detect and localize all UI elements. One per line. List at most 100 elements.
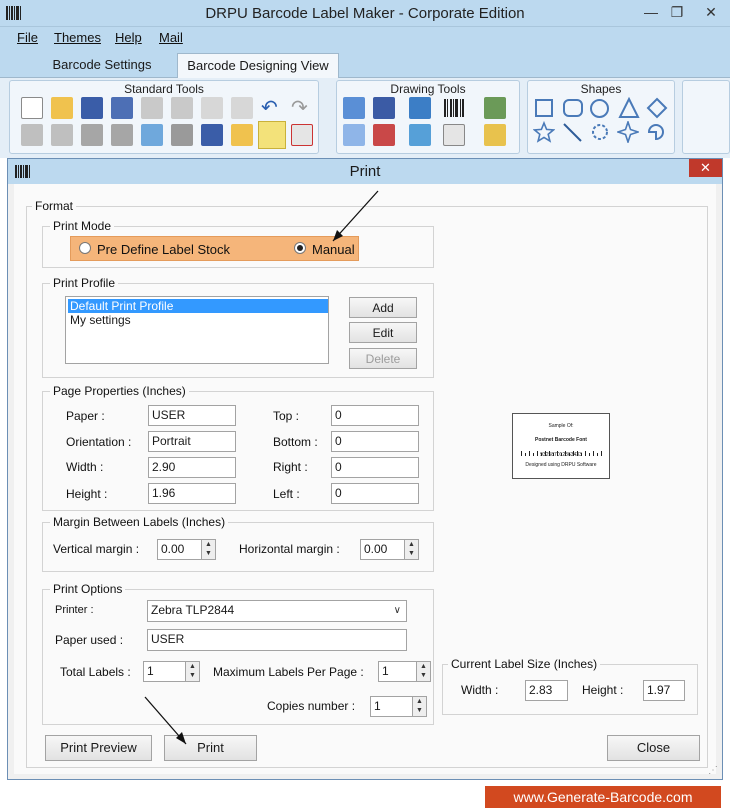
database-icon[interactable] — [171, 124, 193, 146]
manual-radio[interactable] — [294, 242, 306, 254]
print-mode-legend: Print Mode — [50, 219, 115, 233]
paste-icon[interactable] — [141, 97, 163, 119]
profile-item-default[interactable]: Default Print Profile — [68, 299, 328, 313]
close-app-button[interactable]: ✕ — [698, 2, 724, 22]
top-input[interactable]: 0 — [331, 405, 419, 426]
new-icon[interactable] — [21, 97, 43, 119]
delete-icon[interactable] — [231, 97, 253, 119]
copy-icon[interactable] — [171, 97, 193, 119]
menu-bar — [0, 27, 730, 50]
sample-line-2: Postnet Barcode Font — [535, 437, 587, 443]
close-button[interactable]: Close — [607, 735, 700, 761]
pen-icon[interactable] — [373, 97, 395, 119]
right-input[interactable]: 0 — [331, 457, 419, 478]
paper-input[interactable]: USER — [148, 405, 236, 426]
standard-tools-title: Standard Tools — [124, 82, 204, 96]
label-sample-preview: Sample Of: Postnet Barcode Font 93258701… — [512, 413, 610, 479]
print-preview-button[interactable]: Print Preview — [45, 735, 152, 761]
tab-barcode-designing-view[interactable]: Barcode Designing View — [177, 53, 339, 78]
copies-stepper[interactable]: 1 ▲ ▼ — [370, 696, 427, 717]
fill-icon[interactable] — [484, 124, 506, 146]
label-size-legend: Current Label Size (Inches) — [448, 657, 601, 671]
pre-define-radio[interactable] — [79, 242, 91, 254]
save-as-icon[interactable] — [111, 97, 133, 119]
width-label: Width : — [66, 460, 104, 474]
bottom-input[interactable]: 0 — [331, 431, 419, 452]
rectangle-icon[interactable] — [535, 99, 553, 117]
arc-icon[interactable] — [645, 121, 667, 143]
left-input[interactable]: 0 — [331, 483, 419, 504]
stepper-arrows-icon[interactable]: ▲ ▼ — [201, 540, 215, 559]
line-icon[interactable] — [561, 121, 583, 143]
ellipse-icon[interactable] — [590, 99, 609, 118]
printer-value: Zebra TLP2844 — [151, 603, 235, 617]
width-input[interactable]: 2.90 — [148, 457, 236, 478]
picture-icon[interactable] — [409, 97, 431, 119]
printer-select[interactable]: Zebra TLP2844 ∨ — [147, 600, 407, 622]
menu-help[interactable]: Help — [115, 30, 142, 45]
total-labels-label: Total Labels : — [60, 665, 131, 679]
profile-item-my-settings[interactable]: My settings — [68, 313, 328, 327]
top-label: Top : — [273, 409, 300, 423]
ungroup-icon[interactable] — [51, 124, 73, 146]
pre-define-label[interactable]: Pre Define Label Stock — [97, 242, 230, 257]
profile-list[interactable]: Default Print Profile My settings — [65, 296, 329, 364]
menu-file[interactable]: File — [17, 30, 38, 45]
tab-barcode-settings[interactable]: Barcode Settings — [46, 53, 158, 78]
resize-grip-icon[interactable]: ⋰ — [708, 765, 720, 777]
stepper-arrows-icon[interactable]: ▲ ▼ — [412, 697, 426, 716]
stepper-arrows-icon[interactable]: ▲ ▼ — [185, 662, 199, 681]
total-labels-stepper[interactable]: 1 ▲ ▼ — [143, 661, 200, 682]
group-icon[interactable] — [21, 124, 43, 146]
export-icon[interactable] — [201, 124, 223, 146]
label-width-value: 2.83 — [525, 680, 568, 701]
menu-mail[interactable]: Mail — [159, 30, 183, 45]
vertical-margin-stepper[interactable]: 0.00 ▲ ▼ — [157, 539, 216, 560]
lock-icon[interactable] — [81, 124, 103, 146]
star-icon[interactable] — [532, 120, 556, 143]
horizontal-margin-stepper[interactable]: 0.00 ▲ ▼ — [360, 539, 419, 560]
four-point-star-icon[interactable] — [615, 119, 641, 145]
barcode-icon[interactable] — [443, 99, 465, 117]
height-label: Height : — [66, 487, 108, 501]
text-icon[interactable] — [343, 97, 365, 119]
app-title: DRPU Barcode Label Maker - Corporate Edi… — [205, 5, 525, 22]
rounded-rectangle-icon[interactable] — [563, 99, 583, 117]
orientation-label: Orientation : — [66, 435, 132, 449]
undo-icon[interactable]: ↶ — [261, 97, 283, 119]
paper-used-input[interactable]: USER — [147, 629, 407, 651]
triangle-icon[interactable] — [618, 96, 640, 119]
cut-icon[interactable] — [201, 97, 223, 119]
image-icon[interactable] — [484, 97, 506, 119]
diamond-icon[interactable] — [646, 97, 668, 119]
delete-profile-button[interactable]: Delete — [349, 348, 417, 369]
wordart-icon[interactable] — [409, 124, 431, 146]
print-icon[interactable] — [258, 121, 286, 149]
redo-icon[interactable]: ↷ — [291, 97, 313, 119]
edit-profile-button[interactable]: Edit — [349, 322, 417, 343]
maximize-button[interactable]: ❐ — [664, 2, 690, 22]
minimize-button[interactable]: — — [638, 2, 664, 22]
sample-barcode-icon — [521, 445, 603, 456]
add-profile-button[interactable]: Add — [349, 297, 417, 318]
manual-label[interactable]: Manual — [312, 242, 355, 257]
watermark-icon[interactable] — [343, 124, 365, 146]
library-icon[interactable] — [373, 124, 395, 146]
print-button[interactable]: Print — [164, 735, 257, 761]
dialog-close-icon[interactable]: ✕ — [689, 159, 722, 177]
stepper-arrows-icon[interactable]: ▲ ▼ — [404, 540, 418, 559]
stepper-arrows-icon[interactable]: ▲ ▼ — [416, 662, 430, 681]
shape-select-icon[interactable] — [443, 124, 465, 146]
height-input[interactable]: 1.96 — [148, 483, 236, 504]
open-icon[interactable] — [51, 97, 73, 119]
save-icon[interactable] — [81, 97, 103, 119]
right-label: Right : — [273, 460, 308, 474]
menu-themes[interactable]: Themes — [54, 30, 101, 45]
orientation-input[interactable]: Portrait — [148, 431, 236, 452]
unlock-icon[interactable] — [111, 124, 133, 146]
grid-icon[interactable] — [141, 124, 163, 146]
exit-icon[interactable] — [291, 124, 313, 146]
max-per-page-stepper[interactable]: 1 ▲ ▼ — [378, 661, 431, 682]
mail-icon[interactable] — [231, 124, 253, 146]
burst-icon[interactable] — [589, 121, 611, 143]
